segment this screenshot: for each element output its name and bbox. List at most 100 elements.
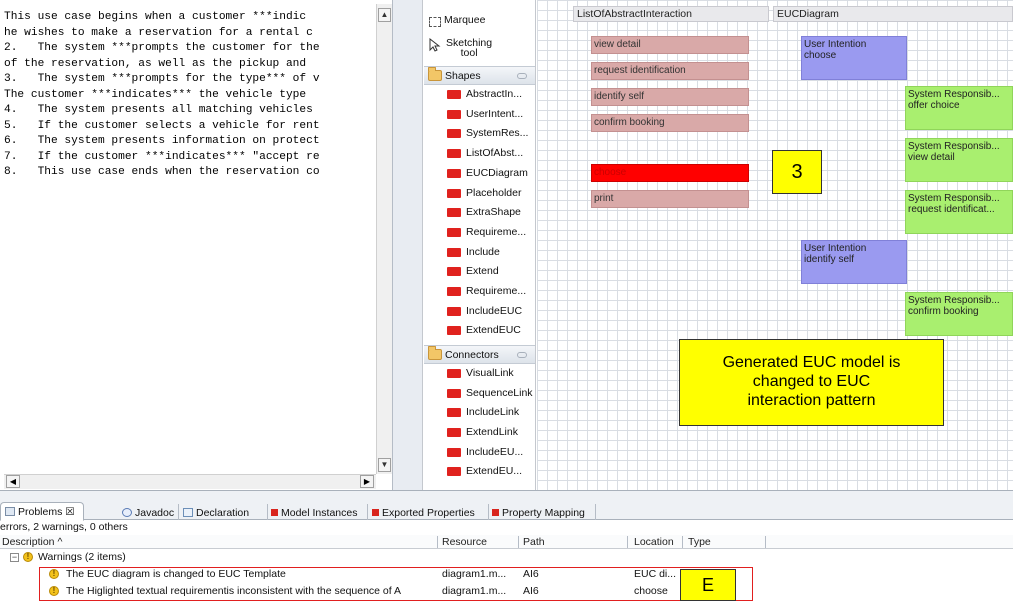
editor-line: 6. The system presents information on pr… (4, 135, 320, 147)
connector-icon (447, 388, 461, 398)
sketching-tool-label-2: tool (460, 47, 478, 59)
scroll-right-icon[interactable]: ▶ (360, 475, 374, 488)
property-mapping-icon (492, 509, 499, 516)
model-instances-icon (271, 509, 278, 516)
system-responsibility-node[interactable]: System Responsib... request identificat.… (905, 190, 1013, 234)
system-responsibility-node[interactable]: System Responsib... view detail (905, 138, 1013, 182)
callout-line: interaction pattern (747, 392, 876, 409)
palette-item-extend-euc-link[interactable]: ExtendEU... (447, 463, 535, 479)
connector-icon (447, 427, 461, 437)
connector-icon (447, 447, 461, 457)
palette-item-label: ExtendLink (466, 426, 518, 438)
palette-item-include-euc-link[interactable]: IncludeEU... (447, 444, 535, 460)
palette-item-system-responsibility[interactable]: SystemRes... (447, 125, 535, 141)
tab-declaration[interactable]: Declaration (181, 505, 249, 520)
interaction-node-selected[interactable]: choose (591, 164, 749, 182)
palette-item-label: AbstractIn... (466, 88, 523, 100)
tab-property-mapping[interactable]: Property Mapping (490, 505, 585, 520)
palette-item-label: Extend (466, 265, 499, 277)
column-location[interactable]: Location (634, 536, 674, 548)
collapse-icon[interactable] (517, 352, 527, 358)
shape-icon (447, 306, 461, 316)
editor-line: 7. If the customer ***indicates*** "acce… (4, 150, 320, 163)
callout-label-e: E (680, 569, 736, 601)
palette-item-placeholder[interactable]: Placeholder (447, 185, 535, 201)
column-resource[interactable]: Resource (442, 536, 487, 548)
interaction-node[interactable]: print (591, 190, 749, 208)
interaction-node[interactable]: confirm booking (591, 114, 749, 132)
lane-header-euc-diagram[interactable]: EUCDiagram (773, 6, 1013, 22)
tab-model-instances[interactable]: Model Instances (269, 505, 357, 520)
sketching-tool[interactable]: Sketching tool (429, 38, 492, 58)
editor-vertical-scrollbar[interactable]: ▲ ▼ (376, 4, 392, 474)
interaction-node[interactable]: view detail (591, 36, 749, 54)
node-title: System Responsib... (908, 141, 1000, 152)
shape-icon (447, 247, 461, 257)
user-intention-node[interactable]: User Intention choose (801, 36, 907, 80)
palette-item-requirement-2[interactable]: Requireme... (447, 283, 535, 299)
interaction-node[interactable]: identify self (591, 88, 749, 106)
node-title: System Responsib... (908, 89, 1000, 100)
declaration-icon (183, 508, 193, 517)
collapse-icon[interactable]: − (10, 553, 19, 562)
palette-item-requirement[interactable]: Requireme... (447, 224, 535, 240)
marquee-tool[interactable]: Marquee (429, 14, 485, 27)
editor-line: This use case begins when a customer ***… (4, 11, 307, 23)
text-editor[interactable]: This use case begins when a customer ***… (0, 0, 392, 490)
column-type[interactable]: Type (688, 536, 711, 548)
tab-javadoc[interactable]: Javadoc (120, 505, 174, 520)
tab-exported-properties-label: Exported Properties (382, 506, 475, 519)
shapes-drawer[interactable]: Shapes (424, 66, 535, 85)
column-path[interactable]: Path (523, 536, 545, 548)
palette-item-label: Placeholder (466, 187, 522, 199)
node-title: User Intention (804, 243, 867, 254)
scroll-down-icon[interactable]: ▼ (378, 458, 391, 472)
palette-item-extra-shape[interactable]: ExtraShape (447, 204, 535, 220)
callout-step-number: 3 (772, 150, 822, 194)
editor-text-area[interactable]: This use case begins when a customer ***… (4, 10, 376, 470)
palette-item-label: UserIntent... (466, 108, 524, 120)
warnings-group-row[interactable]: − ! Warnings (2 items) (0, 551, 1013, 564)
lane-header-list-of-abstract-interaction[interactable]: ListOfAbstractInteraction (573, 6, 769, 22)
user-intention-node[interactable]: User Intention identify self (801, 240, 907, 284)
collapse-icon[interactable] (517, 73, 527, 79)
palette-item-abstract-interaction[interactable]: AbstractIn... (447, 86, 535, 102)
palette-item-include-euc[interactable]: IncludeEUC (447, 303, 535, 319)
scroll-up-icon[interactable]: ▲ (378, 8, 391, 22)
connector-icon (447, 466, 461, 476)
tab-property-mapping-label: Property Mapping (502, 506, 585, 519)
palette-item-include-link[interactable]: IncludeLink (447, 404, 535, 420)
shape-icon (447, 286, 461, 296)
palette-item-sequence-link[interactable]: SequenceLink (447, 385, 535, 401)
editor-line: 5. If the customer selects a vehicle for… (4, 119, 320, 132)
system-responsibility-node[interactable]: System Responsib... offer choice (905, 86, 1013, 130)
palette-item-extend-link[interactable]: ExtendLink (447, 424, 535, 440)
tab-declaration-label: Declaration (196, 506, 250, 519)
editor-line: 8. This use case ends when the reservati… (4, 166, 320, 178)
palette-item-label: ListOfAbst... (466, 147, 524, 159)
connector-icon (447, 407, 461, 417)
palette-item-label: SequenceLink (466, 387, 533, 399)
palette-item-euc-diagram[interactable]: EUCDiagram (447, 165, 535, 181)
editor-horizontal-scrollbar[interactable]: ◀ ▶ (4, 474, 376, 489)
shape-icon (447, 188, 461, 198)
system-responsibility-node[interactable]: System Responsib... confirm booking (905, 292, 1013, 336)
palette-item-extend[interactable]: Extend (447, 263, 535, 279)
palette-item-list-of-abstract[interactable]: ListOfAbst... (447, 145, 535, 161)
problems-summary: errors, 2 warnings, 0 others (0, 521, 128, 533)
tab-exported-properties[interactable]: Exported Properties (370, 505, 475, 520)
shape-icon (447, 148, 461, 158)
palette-item-visual-link[interactable]: VisualLink (447, 365, 535, 381)
column-description[interactable]: Description ^ (2, 536, 62, 548)
tab-problems[interactable]: Problems ☒ (0, 502, 84, 521)
editor-divider (392, 0, 422, 490)
palette-item-extend-euc[interactable]: ExtendEUC (447, 322, 535, 338)
interaction-node[interactable]: request identification (591, 62, 749, 80)
scroll-left-icon[interactable]: ◀ (6, 475, 20, 488)
tab-model-instances-label: Model Instances (281, 506, 358, 519)
palette-item-user-intention[interactable]: UserIntent... (447, 106, 535, 122)
connectors-drawer[interactable]: Connectors (424, 345, 535, 364)
editor-line: 2. The system ***prompts the customer fo… (4, 42, 320, 54)
palette-item-include[interactable]: Include (447, 244, 535, 260)
palette-item-label: IncludeEUC (466, 305, 523, 317)
